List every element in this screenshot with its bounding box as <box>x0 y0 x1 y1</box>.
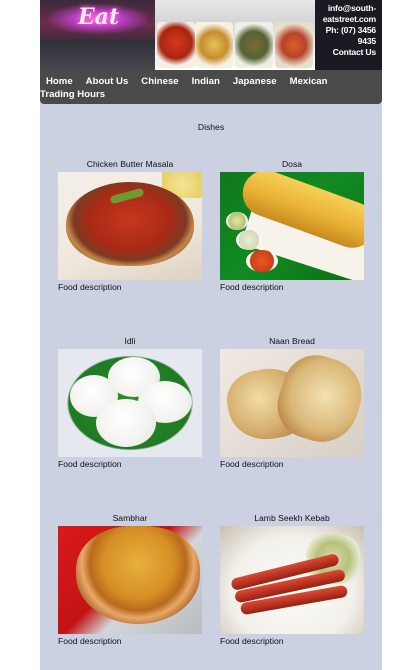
contact-email-line2[interactable]: eatstreet.com <box>314 14 376 25</box>
sambhar-image <box>58 526 202 634</box>
dish-card: Dosa Food description <box>220 159 364 292</box>
dish-title: Chicken Butter Masala <box>86 159 174 169</box>
food-strip-image <box>155 0 315 70</box>
idli-image <box>58 349 202 457</box>
nav-japanese[interactable]: Japanese <box>233 76 277 87</box>
contact-phone-line2: 9435 <box>357 36 377 46</box>
dosa-image <box>220 172 364 280</box>
dish-description: Food description <box>220 459 284 469</box>
main-nav: Home About Us Chinese Indian Japanese Me… <box>40 70 382 104</box>
dish-title: Sambhar <box>112 513 148 523</box>
logo-text: Eat <box>78 4 120 30</box>
neon-sign-image: Eat <box>40 0 155 70</box>
contact-us-link[interactable]: Contact Us <box>314 47 377 58</box>
contact-info: info@south- eatstreet.com Ph: (07) 3456 … <box>314 3 376 58</box>
page-container: Eat info@south- eatstreet.com Ph: (07) 3… <box>40 0 382 670</box>
nav-indian[interactable]: Indian <box>192 76 220 87</box>
nav-chinese[interactable]: Chinese <box>141 76 178 87</box>
dish-title: Lamb Seekh Kebab <box>254 513 330 523</box>
lamb-seekh-kebab-image <box>220 526 364 634</box>
dish-card: Lamb Seekh Kebab Food description <box>220 513 364 646</box>
dish-title: Dosa <box>281 159 303 169</box>
dish-description: Food description <box>58 636 122 646</box>
chicken-butter-masala-image <box>58 172 202 280</box>
dish-description: Food description <box>220 636 284 646</box>
nav-trading-hours[interactable]: Trading Hours <box>40 89 105 100</box>
contact-phone-line1: Ph: (07) 3456 <box>325 25 377 35</box>
dish-description: Food description <box>58 459 122 469</box>
nav-mexican[interactable]: Mexican <box>290 76 328 87</box>
dish-card: Idli Food description <box>58 336 202 469</box>
dish-description: Food description <box>58 282 122 292</box>
dish-card: Chicken Butter Masala Food description <box>58 159 202 292</box>
header-banner: Eat info@south- eatstreet.com Ph: (07) 3… <box>40 0 382 70</box>
dish-card: Naan Bread Food description <box>220 336 364 469</box>
dish-card: Sambhar Food description <box>58 513 202 646</box>
dish-description: Food description <box>220 282 284 292</box>
section-title: Dishes <box>197 122 225 132</box>
dish-title: Idli <box>124 336 136 346</box>
naan-bread-image <box>220 349 364 457</box>
dish-title: Naan Bread <box>269 336 315 346</box>
nav-home[interactable]: Home <box>46 76 73 87</box>
nav-about-us[interactable]: About Us <box>86 76 129 87</box>
contact-email-line1[interactable]: info@south- <box>314 3 376 14</box>
